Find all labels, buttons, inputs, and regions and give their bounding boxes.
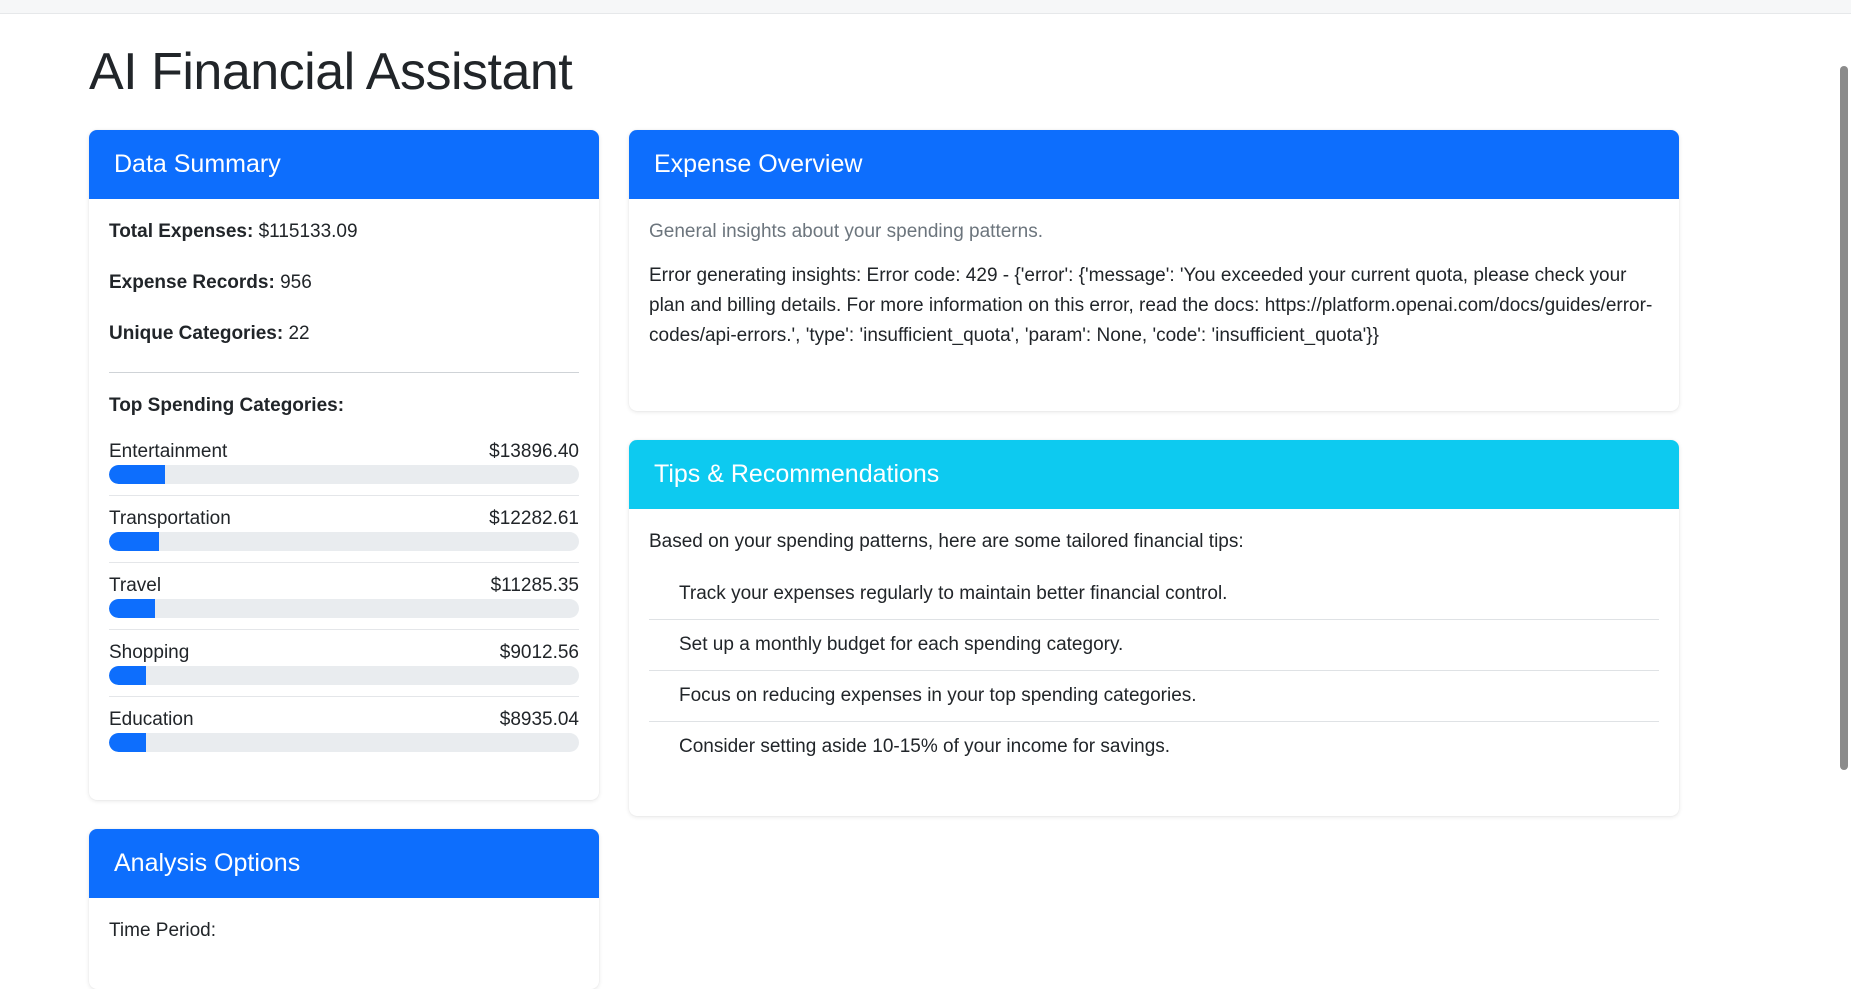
category-item-shopping: Shopping $9012.56 — [109, 642, 579, 697]
tip-item: Set up a monthly budget for each spendin… — [649, 620, 1659, 671]
browser-top-strip — [0, 0, 1851, 14]
category-progress-fill — [109, 733, 146, 752]
expense-records-label: Expense Records: — [109, 272, 275, 293]
scrollbar-thumb[interactable] — [1840, 66, 1848, 770]
total-expenses-row: Total Expenses: $115133.09 — [109, 221, 579, 243]
top-categories-heading: Top Spending Categories: — [109, 395, 345, 416]
unique-categories-value: 22 — [288, 323, 310, 344]
expense-overview-card: Expense Overview General insights about … — [629, 130, 1679, 411]
page-scrollbar[interactable] — [1837, 14, 1851, 948]
category-name: Travel — [109, 575, 162, 596]
category-progress-fill — [109, 532, 160, 551]
category-progress-bar — [109, 666, 579, 685]
category-name: Entertainment — [109, 441, 228, 462]
category-name: Transportation — [109, 508, 231, 529]
tips-list: Track your expenses regularly to maintai… — [649, 569, 1659, 772]
category-name: Education — [109, 709, 194, 730]
tip-item: Focus on reducing expenses in your top s… — [649, 671, 1659, 722]
tips-header: Tips & Recommendations — [629, 440, 1679, 509]
total-expenses-label: Total Expenses: — [109, 221, 254, 242]
category-progress-bar — [109, 599, 579, 618]
analysis-options-body: Time Period: — [89, 898, 599, 964]
category-progress-fill — [109, 599, 156, 618]
category-amount: $9012.56 — [499, 642, 579, 663]
data-summary-card: Data Summary Total Expenses: $115133.09 … — [89, 130, 599, 800]
insights-error-message: Error generating insights: Error code: 4… — [649, 265, 1653, 346]
analysis-options-header: Analysis Options — [89, 829, 599, 898]
analysis-options-card: Analysis Options Time Period: — [89, 829, 599, 989]
overview-subtitle: General insights about your spending pat… — [649, 221, 1043, 242]
data-summary-header: Data Summary — [89, 130, 599, 199]
page-container: AI Financial Assistant Data Summary Tota… — [89, 14, 1679, 989]
data-summary-body: Total Expenses: $115133.09 Expense Recor… — [89, 199, 599, 797]
category-progress-bar — [109, 532, 579, 551]
tip-item: Track your expenses regularly to maintai… — [649, 569, 1659, 620]
tips-card: Tips & Recommendations Based on your spe… — [629, 440, 1679, 816]
category-item-transportation: Transportation $12282.61 — [109, 508, 579, 563]
category-name: Shopping — [109, 642, 190, 663]
tips-body: Based on your spending patterns, here ar… — [629, 509, 1679, 794]
total-expenses-value: $115133.09 — [258, 221, 358, 242]
expense-overview-header: Expense Overview — [629, 130, 1679, 199]
category-amount: $13896.40 — [489, 441, 579, 462]
category-amount: $8935.04 — [499, 709, 579, 730]
category-item-travel: Travel $11285.35 — [109, 575, 579, 630]
category-item-education: Education $8935.04 — [109, 709, 579, 763]
tips-intro: Based on your spending patterns, here ar… — [649, 531, 1244, 552]
unique-categories-label: Unique Categories: — [109, 323, 284, 344]
tip-item: Consider setting aside 10-15% of your in… — [679, 736, 1171, 757]
category-progress-bar — [109, 465, 579, 484]
category-progress-fill — [109, 666, 146, 685]
summary-divider — [109, 372, 579, 373]
time-period-label: Time Period: — [109, 920, 216, 941]
expense-overview-body: General insights about your spending pat… — [629, 199, 1679, 373]
category-amount: $11285.35 — [490, 575, 579, 596]
page-title: AI Financial Assistant — [89, 43, 573, 101]
category-item-entertainment: Entertainment $13896.40 — [109, 441, 579, 496]
category-progress-bar — [109, 733, 579, 752]
category-progress-fill — [109, 465, 166, 484]
category-amount: $12282.61 — [489, 508, 579, 529]
expense-records-row: Expense Records: 956 — [109, 272, 579, 294]
unique-categories-row: Unique Categories: 22 — [109, 323, 579, 345]
expense-records-value: 956 — [280, 272, 312, 293]
